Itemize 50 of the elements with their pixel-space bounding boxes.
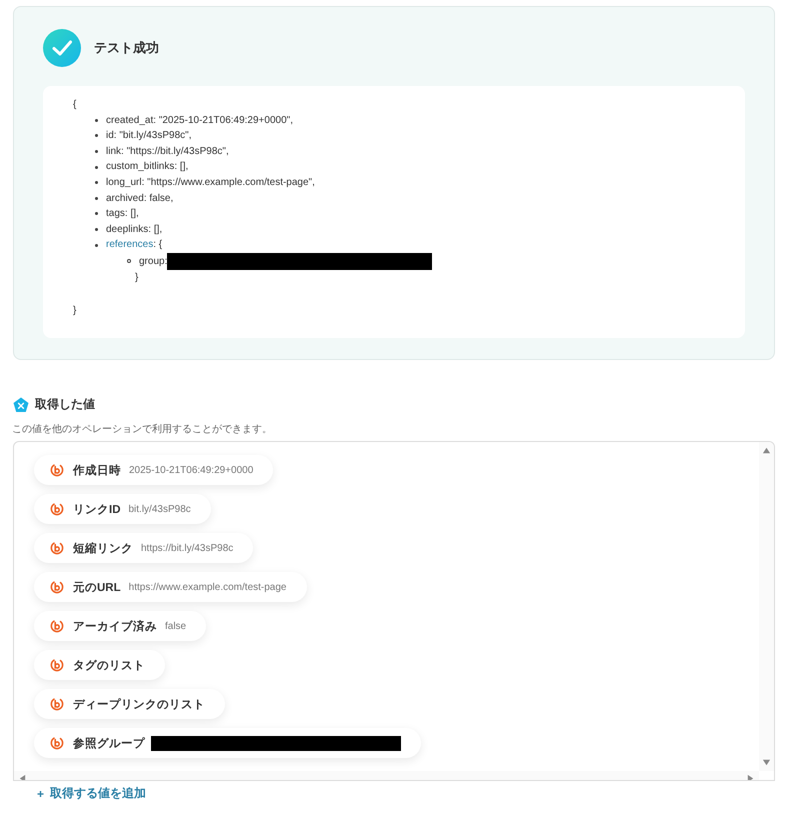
json-brace: {	[73, 98, 76, 112]
bullet-icon	[95, 181, 98, 184]
json-line: custom_bitlinks: [],	[106, 160, 188, 174]
scroll-up-icon[interactable]	[762, 446, 771, 456]
json-line: group:	[139, 254, 168, 269]
value-chip[interactable]: 参照グループ	[34, 728, 421, 758]
bullet-icon	[95, 134, 98, 138]
vertical-scrollbar[interactable]	[759, 442, 774, 772]
value-chip[interactable]: 短縮リンク https://bit.ly/43sP98c	[34, 533, 254, 564]
value-chip[interactable]: アーカイブ済み false	[34, 611, 206, 642]
bitly-logo-icon	[50, 619, 64, 634]
bitly-logo-icon	[50, 658, 64, 672]
json-line: created_at: "2025-10-21T06:49:29+0000",	[106, 114, 293, 128]
value-chip[interactable]: 元のURL https://www.example.com/test-page	[34, 572, 306, 602]
bullet-icon	[95, 244, 98, 247]
variable-pentagon-icon	[13, 396, 29, 413]
json-line: archived: false,	[106, 192, 174, 206]
bullet-icon	[95, 166, 98, 169]
section-title: 取得した値	[35, 396, 95, 414]
json-line: long_url: "https://www.example.com/test-page",	[106, 176, 315, 190]
scroll-left-icon[interactable]	[18, 774, 27, 780]
bullet-icon	[95, 196, 98, 200]
bullet-icon	[127, 259, 131, 264]
bitly-logo-icon	[50, 697, 64, 712]
value-chip[interactable]: ディープリンクのリスト	[34, 689, 225, 720]
bitly-logo-icon	[50, 736, 64, 750]
bullet-icon	[95, 118, 98, 122]
scroll-right-icon[interactable]	[746, 774, 755, 780]
bitly-logo-icon	[50, 541, 64, 556]
section-description: この値を他のオペレーションで利用することができます。	[12, 422, 273, 436]
result-title: テスト成功	[94, 39, 159, 57]
bitly-logo-icon	[50, 580, 64, 594]
check-circle-icon	[43, 29, 81, 67]
scroll-down-icon[interactable]	[762, 758, 771, 768]
json-line: id: "bit.ly/43sP98c",	[106, 129, 192, 144]
json-line: tags: [],	[106, 207, 139, 222]
add-value-button[interactable]: + 取得する値を追加	[37, 785, 146, 802]
bitly-logo-icon	[50, 502, 64, 516]
value-chip[interactable]: リンクID bit.ly/43sP98c	[34, 494, 211, 524]
bullet-icon	[95, 150, 98, 154]
json-brace: }	[134, 270, 138, 285]
json-brace: }	[73, 304, 76, 318]
bullet-icon	[95, 228, 98, 232]
bullet-icon	[95, 212, 98, 216]
json-line: deeplinks: [],	[106, 222, 162, 237]
value-chip[interactable]: タグのリスト	[34, 650, 165, 680]
bitly-logo-icon	[50, 463, 64, 478]
json-line: references: {	[106, 238, 162, 252]
value-chip[interactable]: 作成日時 2025-10-21T06:49:29+0000	[34, 455, 274, 486]
json-line: link: "https://bit.ly/43sP98c",	[106, 144, 229, 159]
